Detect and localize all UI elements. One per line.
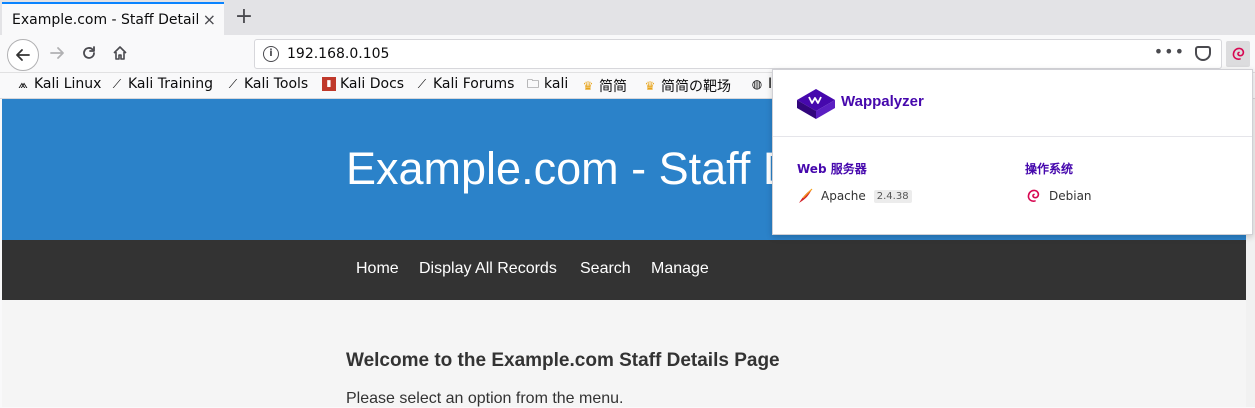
wappalyzer-brand: Wappalyzer <box>841 93 924 110</box>
wappalyzer-logo-icon <box>797 89 835 119</box>
kali-docs-icon: ▮ <box>322 77 336 91</box>
bookmark-kali-tools[interactable]: ⟋ Kali Tools <box>226 76 308 92</box>
bookmark-globe[interactable]: ◍ I <box>750 76 772 92</box>
crown-icon: ♛ <box>644 79 656 93</box>
site-info-icon[interactable]: i <box>263 46 279 62</box>
folder-icon: 🗀 <box>526 77 539 91</box>
pocket-icon[interactable] <box>1195 46 1211 61</box>
bookmark-label: Kali Training <box>128 76 213 92</box>
reload-icon <box>83 46 95 59</box>
bookmark-label: kali <box>544 76 569 92</box>
wappalyzer-extension-button[interactable] <box>1226 41 1250 67</box>
bookmark-kali-docs[interactable]: ▮ Kali Docs <box>322 76 404 92</box>
new-tab-button[interactable]: + <box>232 4 256 30</box>
back-button[interactable] <box>7 39 39 71</box>
reload-button[interactable] <box>77 41 101 65</box>
forward-button[interactable] <box>45 41 69 65</box>
bookmark-kali-training[interactable]: ⟋ Kali Training <box>110 76 213 92</box>
menu-display-all-records-link[interactable]: Display All Records <box>419 260 557 278</box>
bookmark-folder-kali[interactable]: 🗀 kali <box>526 76 568 92</box>
tech-version: 2.4.38 <box>873 189 912 203</box>
wappalyzer-popup: Wappalyzer Web 服务器 Apache 2.4.38 操作系统 De… <box>772 69 1253 235</box>
category-web-server: Web 服务器 <box>797 162 867 176</box>
back-arrow-icon <box>16 49 30 61</box>
tech-debian[interactable]: Debian <box>1025 188 1092 204</box>
kali-dragon-icon: ⟋ <box>112 77 122 91</box>
forward-arrow-icon <box>50 47 64 59</box>
url-bar[interactable]: i 192.168.0.105 ••• <box>254 39 1222 69</box>
tab-title: Example.com - Staff Details <box>12 11 198 28</box>
navigation-toolbar: i 192.168.0.105 ••• <box>0 35 1255 73</box>
home-button[interactable] <box>108 41 132 65</box>
bookmark-label: 简简の靶场 <box>661 79 731 95</box>
welcome-heading: Welcome to the Example.com Staff Details… <box>346 350 780 371</box>
kali-dragon-icon: ⟋ <box>417 77 427 91</box>
bookmark-label: Kali Forums <box>433 76 515 92</box>
active-tab[interactable]: Example.com - Staff Details × <box>2 2 224 35</box>
page-actions-icon[interactable]: ••• <box>1154 42 1185 61</box>
bookmark-label: 简简 <box>599 79 627 95</box>
home-icon <box>113 46 127 60</box>
bookmark-label: Kali Docs <box>340 76 405 92</box>
bookmark-kali-forums[interactable]: ⟋ Kali Forums <box>415 76 515 92</box>
bookmark-jianjian-range[interactable]: ♛ 简简の靶场 <box>643 76 731 96</box>
intro-text: Please select an option from the menu. <box>346 390 624 407</box>
crown-icon: ♛ <box>582 79 594 93</box>
tab-close-icon[interactable]: × <box>203 10 216 29</box>
kali-dragon-icon: ⟋ <box>228 77 238 91</box>
wappalyzer-header: Wappalyzer <box>773 70 1252 137</box>
bookmark-kali-linux[interactable]: ⩕ Kali Linux <box>16 76 101 92</box>
tab-strip: Example.com - Staff Details × + <box>0 0 1255 35</box>
tech-name: Apache <box>821 189 866 203</box>
menu-home-link[interactable]: Home <box>356 260 399 278</box>
menu-search-link[interactable]: Search <box>580 260 631 278</box>
globe-icon: ◍ <box>751 77 763 91</box>
debian-swirl-icon <box>1027 189 1040 202</box>
debian-swirl-icon <box>1232 47 1245 60</box>
bookmark-label: Kali Linux <box>34 76 102 92</box>
tech-name: Debian <box>1049 189 1092 203</box>
bookmark-jianjian[interactable]: ♛ 简简 <box>581 76 627 96</box>
kali-dragon-icon: ⩕ <box>18 77 28 91</box>
tech-apache[interactable]: Apache 2.4.38 <box>797 188 912 204</box>
site-menu: Home Display All Records Search Manage <box>2 240 1255 300</box>
menu-manage-link[interactable]: Manage <box>651 260 709 278</box>
url-input[interactable]: 192.168.0.105 <box>287 46 389 62</box>
apache-feather-icon <box>799 188 813 203</box>
bookmark-label: Kali Tools <box>244 76 309 92</box>
category-operating-system: 操作系统 <box>1025 162 1074 176</box>
